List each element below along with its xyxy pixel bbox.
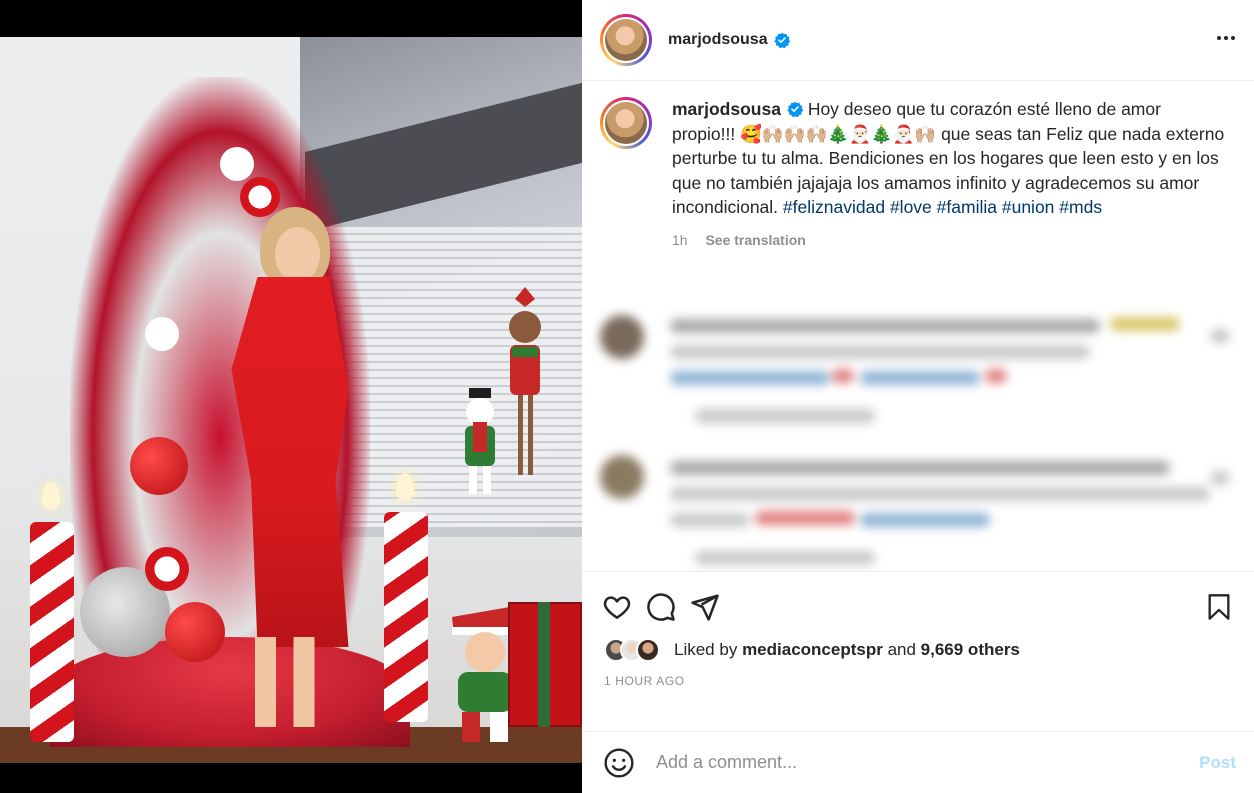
heart-icon xyxy=(603,596,631,619)
action-icon-row xyxy=(582,572,1254,624)
photo-gift-box xyxy=(508,602,582,727)
likes-prefix: Liked by xyxy=(674,640,738,659)
liker-avatar[interactable] xyxy=(636,638,660,662)
caption-text-block: marjodsousa Hoy deseo que tu corazón est… xyxy=(672,97,1228,220)
caption-avatar[interactable] xyxy=(605,102,647,144)
likes-connector: and xyxy=(887,640,916,659)
like-button[interactable] xyxy=(600,590,634,624)
author-username[interactable]: marjodsousa xyxy=(668,31,768,49)
emoji-button[interactable] xyxy=(602,746,636,780)
caption-verified-badge-icon xyxy=(787,101,803,117)
post-timestamp[interactable]: 1 HOUR AGO xyxy=(582,662,1254,688)
hashtag-union[interactable]: #union xyxy=(1002,197,1055,217)
post-header: marjodsousa xyxy=(582,0,1254,81)
share-button[interactable] xyxy=(688,590,722,624)
caption-meta: 1h See translation xyxy=(672,228,1228,253)
post-actions: Liked by mediaconceptspr and 9,669 other… xyxy=(582,571,1254,731)
caption-avatar-ring[interactable] xyxy=(600,97,652,149)
more-options-button[interactable] xyxy=(1214,26,1238,54)
likes-others-link[interactable]: 9,669 others xyxy=(921,640,1020,660)
photo-woman xyxy=(225,207,365,727)
comments-section[interactable]: marjodsousa Hoy deseo que tu corazón est… xyxy=(582,81,1254,571)
liked-by-avatars xyxy=(604,638,660,662)
hashtag-feliznavidad[interactable]: #feliznavidad xyxy=(783,197,885,217)
send-icon xyxy=(691,594,719,621)
caption-username[interactable]: marjodsousa xyxy=(672,99,781,119)
blurred-comment xyxy=(600,309,1240,429)
liked-by-user[interactable]: mediaconceptspr xyxy=(742,640,883,660)
comment-icon xyxy=(647,593,675,621)
post-side-panel: marjodsousa marjodsousa Hoy deseo que tu… xyxy=(582,0,1254,793)
photo-reindeer xyxy=(509,287,541,475)
hashtag-familia[interactable]: #familia xyxy=(937,197,997,217)
photo-candle-right xyxy=(384,512,428,722)
see-translation-button[interactable]: See translation xyxy=(705,232,805,248)
verified-badge-icon xyxy=(773,32,790,48)
author-avatar-ring[interactable] xyxy=(600,14,652,66)
save-button[interactable] xyxy=(1202,590,1236,624)
hashtag-mds[interactable]: #mds xyxy=(1059,197,1102,217)
blurred-comment xyxy=(600,451,1240,571)
hashtag-love[interactable]: #love xyxy=(890,197,932,217)
photo-candle-left xyxy=(30,522,74,742)
comment-input[interactable] xyxy=(656,752,1200,773)
post-media[interactable] xyxy=(0,0,582,793)
add-comment-bar: Post xyxy=(582,731,1254,793)
caption-time[interactable]: 1h xyxy=(672,232,688,248)
author-avatar[interactable] xyxy=(605,19,647,61)
more-horizontal-icon xyxy=(1217,36,1235,40)
comment-button[interactable] xyxy=(644,590,678,624)
post-photo[interactable] xyxy=(0,37,582,763)
post-caption: marjodsousa Hoy deseo que tu corazón est… xyxy=(582,81,1254,252)
bookmark-icon xyxy=(1208,594,1230,620)
post-comment-button[interactable]: Post xyxy=(1199,753,1236,773)
smiley-icon xyxy=(604,747,634,778)
likes-summary: Liked by mediaconceptspr and 9,669 other… xyxy=(582,624,1254,662)
